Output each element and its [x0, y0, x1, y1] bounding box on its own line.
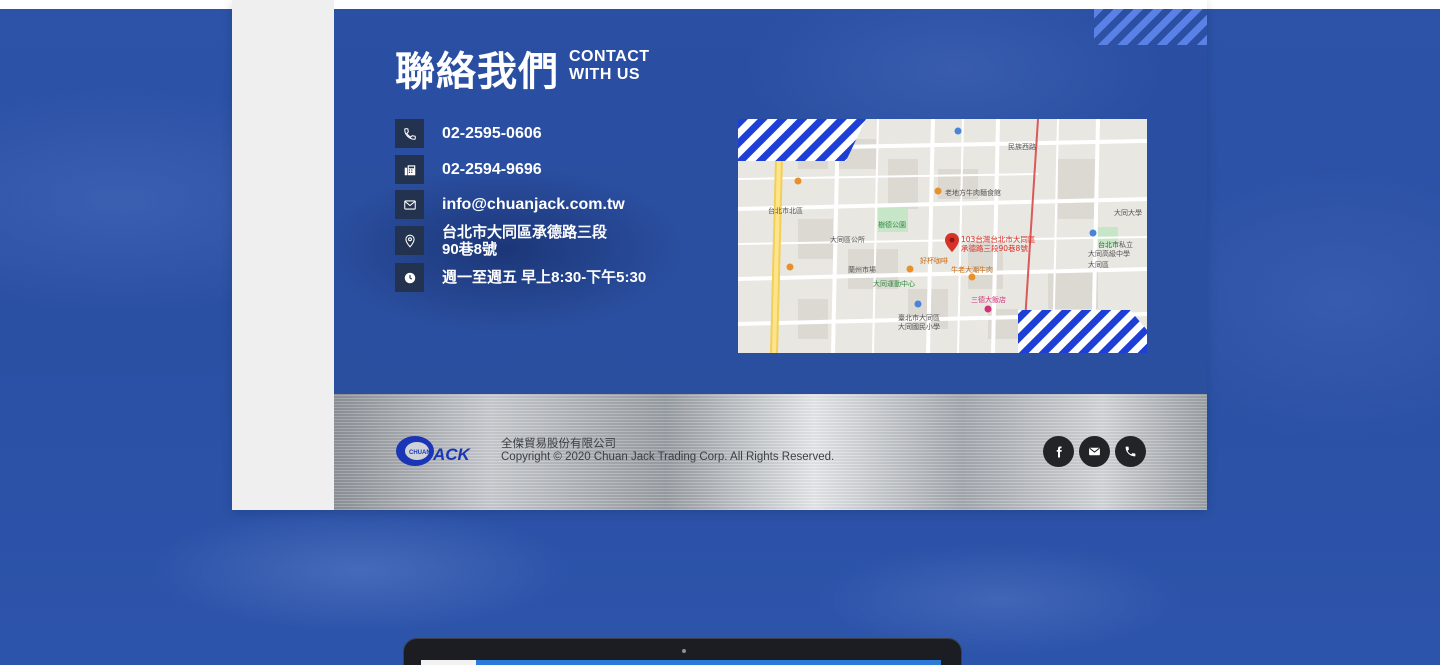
phone-row[interactable]: 02-2595-0606 [395, 119, 542, 148]
map-label: 三德大飯店 [971, 295, 1006, 304]
address-line1: 台北市大同區承德路三段 [442, 224, 608, 241]
company-name: 全傑貿易股份有限公司 [501, 436, 616, 450]
mail-button[interactable] [1079, 436, 1110, 467]
contact-title-en-line2: WITH US [569, 66, 641, 83]
map-label: 大同運動中心 [873, 279, 915, 288]
address-line2: 90巷8號 [442, 241, 498, 258]
phone-icon [1125, 446, 1136, 457]
address: 台北市大同區承德路三段 90巷8號 [442, 224, 607, 258]
map-label: 牛老大潮牛肉 [951, 265, 993, 274]
map-label: 樹德公園 [878, 220, 906, 229]
phone-icon [395, 119, 424, 148]
card-side-panel [232, 0, 334, 510]
contact-title-en-line1: CONTACT [569, 48, 650, 65]
laptop-screen [421, 660, 941, 665]
address-row: 台北市大同區承德路三段 90巷8號 [395, 224, 607, 258]
map-label: 大同區公所 [830, 235, 865, 244]
company-logo[interactable]: CHUAN ACK [395, 434, 483, 473]
footer: CHUAN ACK 全傑貿易股份有限公司 Copyright © 2020 Ch… [334, 394, 1207, 510]
map-label: 台北市私立 [1098, 240, 1133, 249]
contact-card: 聯絡我們 CONTACT WITH US 02-2595-0606 02-259… [232, 0, 1207, 510]
map-pin-label-1: 103台灣台北市大同區 [961, 234, 1036, 244]
laptop-mockup [403, 638, 962, 665]
mail-icon [395, 190, 424, 219]
decorative-stripes [1094, 9, 1207, 45]
map-label: 民族西路 [1008, 142, 1036, 151]
clock-icon [395, 263, 424, 292]
facebook-button[interactable] [1043, 436, 1074, 467]
map-label: 蘭州市場 [848, 265, 876, 274]
email-row[interactable]: info@chuanjack.com.tw [395, 190, 625, 219]
map-label: 老地方牛肉麵食館 [945, 188, 1001, 197]
map-label: 大同大學 [1114, 208, 1142, 217]
contact-title-en: CONTACT WITH US [569, 48, 650, 84]
map-label: 臺北市大同區 [898, 313, 940, 322]
map-label: 大同高級中學 [1088, 249, 1130, 258]
contact-title-zh: 聯絡我們 [395, 49, 559, 95]
location-pin-icon [395, 226, 424, 255]
contact-panel: 聯絡我們 CONTACT WITH US 02-2595-0606 02-259… [334, 9, 1207, 394]
map-label: 大同區 [1088, 260, 1109, 269]
logo-text: ACK [432, 445, 472, 464]
email-address[interactable]: info@chuanjack.com.tw [442, 190, 625, 219]
map-label: 大同國民小學 [898, 322, 940, 331]
map-label: 台北市北區 [768, 206, 803, 215]
phone-number[interactable]: 02-2595-0606 [442, 119, 542, 148]
map-pin-label-2: 承德路三段90巷8號 [961, 243, 1028, 253]
copyright: Copyright © 2020 Chuan Jack Trading Corp… [501, 451, 835, 463]
logo-small-text: CHUAN [409, 450, 431, 456]
google-map[interactable]: 103台灣台北市大同區 承德路三段90巷8號 大同區公所 大同運動中心 臺北市大… [738, 119, 1147, 353]
map-label: 好杯咖啡 [920, 256, 948, 265]
hours-row: 週一至週五 早上8:30-下午5:30 [395, 263, 646, 292]
fax-row: 02-2594-9696 [395, 155, 542, 184]
map-stripe-overlay [738, 119, 866, 161]
fax-icon [395, 155, 424, 184]
business-hours: 週一至週五 早上8:30-下午5:30 [442, 269, 647, 286]
map-stripe-overlay [1018, 310, 1147, 353]
fax-number: 02-2594-9696 [442, 161, 542, 178]
facebook-icon [1056, 446, 1062, 457]
mail-icon [1089, 447, 1100, 456]
phone-button[interactable] [1115, 436, 1146, 467]
laptop-camera [682, 649, 686, 653]
